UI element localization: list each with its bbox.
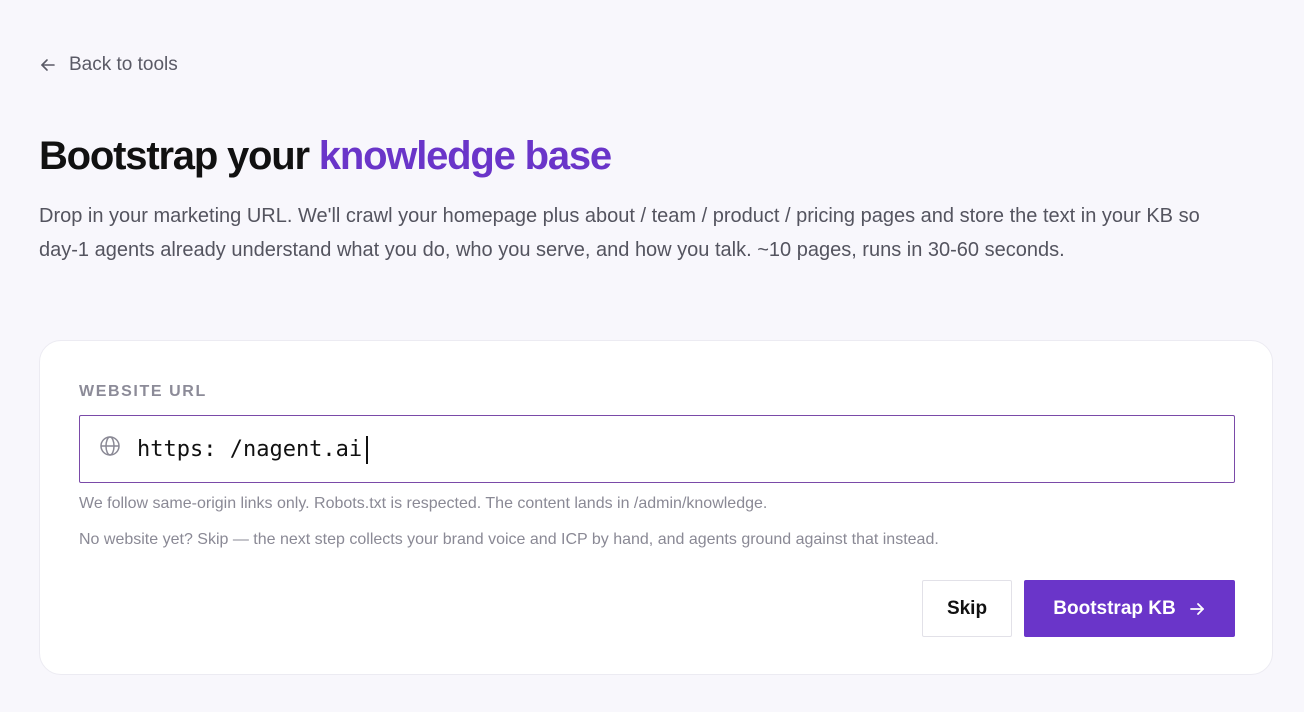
skip-button-label: Skip bbox=[946, 597, 988, 619]
crawl-hint: We follow same-origin links only. Robots… bbox=[79, 495, 768, 512]
website-url-input[interactable] bbox=[137, 416, 1217, 482]
bootstrap-kb-button[interactable]: Bootstrap KB bbox=[1024, 580, 1235, 637]
back-link-label: Back to tools bbox=[69, 54, 178, 75]
url-form-card: WEBSITE URL We follow same-origin links … bbox=[39, 340, 1273, 675]
skip-button[interactable]: Skip bbox=[922, 580, 1012, 637]
website-url-label: WEBSITE URL bbox=[79, 383, 207, 400]
page-title-prefix: Bootstrap your bbox=[39, 134, 319, 178]
url-input-container[interactable] bbox=[79, 415, 1235, 483]
arrow-right-icon bbox=[1188, 600, 1206, 618]
page-title-accent: knowledge base bbox=[318, 134, 612, 178]
bootstrap-button-label: Bootstrap KB bbox=[1053, 597, 1176, 619]
page-title: Bootstrap your knowledge base bbox=[39, 134, 612, 179]
arrow-left-icon bbox=[39, 56, 57, 74]
skip-hint: No website yet? Skip — the next step col… bbox=[79, 531, 939, 548]
back-to-tools-link[interactable]: Back to tools bbox=[39, 54, 178, 76]
page: Back to tools Bootstrap your knowledge b… bbox=[0, 0, 1304, 712]
page-description: Drop in your marketing URL. We'll crawl … bbox=[39, 205, 1200, 261]
text-cursor bbox=[366, 436, 368, 464]
globe-icon bbox=[99, 435, 121, 457]
